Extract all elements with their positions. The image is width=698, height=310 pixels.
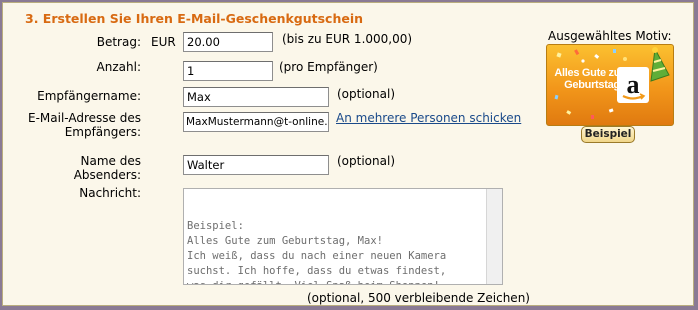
- gift-card-motif-image[interactable]: Alles Gute zum Geburtstag a: [546, 44, 674, 126]
- message-text: Beispiel: Alles Gute zum Geburtstag, Max…: [187, 220, 447, 284]
- recipient-email-input[interactable]: MaxMustermann@t-online.de: [183, 112, 329, 132]
- recipient-name-input[interactable]: Max: [183, 87, 329, 107]
- currency-label: EUR: [151, 35, 176, 49]
- sender-name-hint: (optional): [337, 154, 395, 168]
- recipient-name-label: Empfängername:: [37, 89, 141, 103]
- message-scrollbar[interactable]: [486, 189, 502, 284]
- sender-name-label-line1: Name des: [80, 154, 141, 168]
- quantity-hint: (pro Empfänger): [279, 60, 378, 74]
- party-hat-icon: [650, 47, 670, 82]
- preview-example-button[interactable]: Beispiel: [581, 126, 635, 143]
- gift-card-form-panel: 3. Erstellen Sie Ihren E-Mail-Geschenkgu…: [2, 2, 694, 306]
- sender-name-label-line2: Absenders:: [73, 168, 141, 182]
- sender-name-input[interactable]: Walter: [183, 155, 329, 175]
- recipient-name-hint: (optional): [337, 87, 395, 101]
- multiple-recipients-link[interactable]: An mehrere Personen schicken: [336, 111, 521, 125]
- quantity-label: Anzahl:: [96, 60, 141, 74]
- message-textarea[interactable]: Beispiel: Alles Gute zum Geburtstag, Max…: [183, 188, 503, 285]
- recipient-email-label-line2: Empfängers:: [64, 125, 141, 139]
- recipient-email-label-line1: E-Mail-Adresse des: [28, 111, 141, 125]
- logo-letter: a: [627, 70, 640, 99]
- selected-motif-title: Ausgewähltes Motiv:: [548, 29, 672, 43]
- message-char-counter: (optional, 500 verbleibende Zeichen): [307, 291, 530, 305]
- amount-label: Betrag:: [96, 35, 141, 49]
- amount-hint: (bis zu EUR 1.000,00): [282, 32, 413, 46]
- amount-input[interactable]: 20.00: [183, 32, 273, 52]
- message-label: Nachricht:: [79, 186, 141, 200]
- quantity-input[interactable]: 1: [183, 61, 273, 81]
- section-heading: 3. Erstellen Sie Ihren E-Mail-Geschenkgu…: [25, 11, 364, 26]
